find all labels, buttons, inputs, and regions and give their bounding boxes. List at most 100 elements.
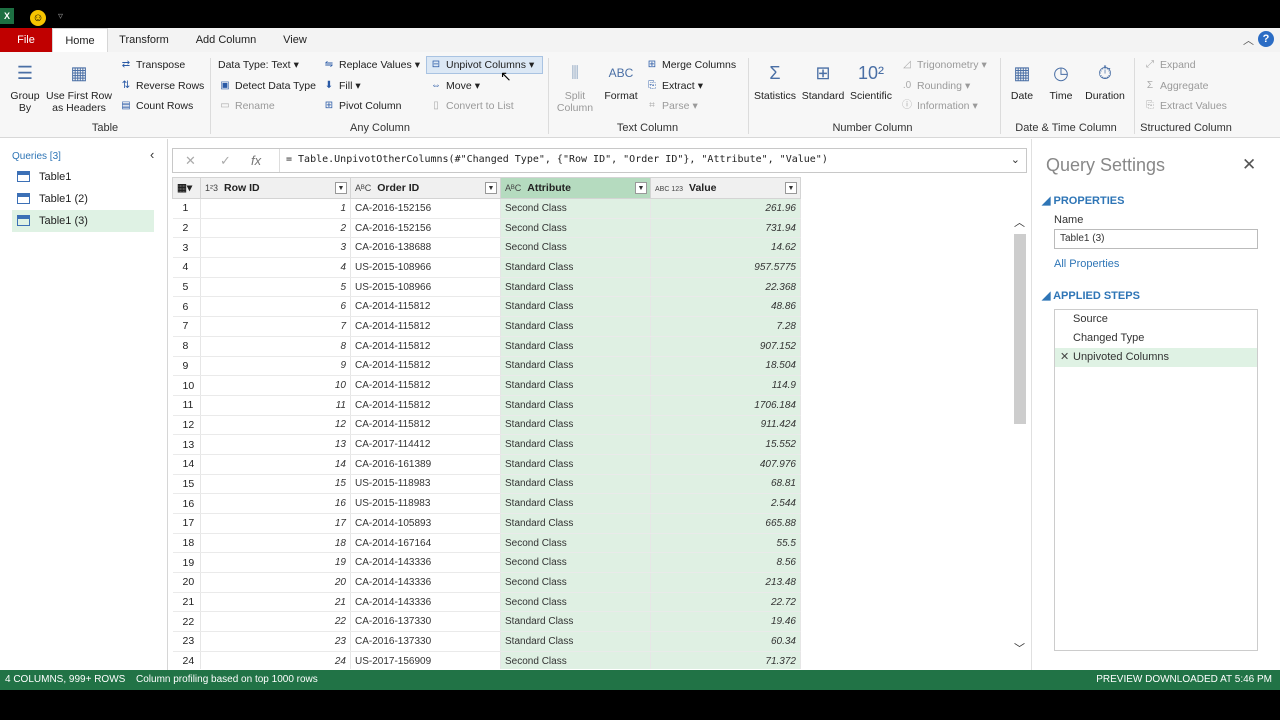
column-header-row-id[interactable]: 1²3 Row ID ▼ — [200, 177, 351, 199]
table-row[interactable]: 7 7 CA-2014-115812 Standard Class 7.28 — [172, 316, 801, 337]
split-column-button[interactable]: ⫴ Split Column — [552, 60, 598, 114]
cell-attribute[interactable]: Standard Class — [500, 611, 651, 633]
cell-order-id[interactable]: US-2015-108966 — [350, 277, 501, 298]
filter-dropdown-icon[interactable]: ▼ — [335, 182, 347, 194]
cell-row-id[interactable]: 18 — [200, 533, 351, 554]
cell-value[interactable]: 1706.184 — [650, 395, 801, 416]
table-row[interactable]: 15 15 US-2015-118983 Standard Class 68.81 — [172, 474, 801, 495]
aggregate-button[interactable]: Σ Aggregate — [1143, 80, 1209, 92]
cell-order-id[interactable]: CA-2016-152156 — [350, 198, 501, 219]
cell-order-id[interactable]: CA-2016-152156 — [350, 218, 501, 239]
cell-value[interactable]: 19.46 — [650, 611, 801, 633]
cell-attribute[interactable]: Standard Class — [500, 474, 651, 495]
all-properties-link[interactable]: All Properties — [1054, 258, 1119, 270]
table-row[interactable]: 2 2 CA-2016-152156 Second Class 731.94 — [172, 218, 801, 239]
scroll-up-icon[interactable]: ︿ — [1014, 214, 1025, 230]
column-header-value[interactable]: ABC 123 Value ▼ — [650, 177, 801, 199]
detect-data-type-button[interactable]: ▣ Detect Data Type — [218, 80, 316, 92]
cell-attribute[interactable]: Second Class — [500, 218, 651, 239]
table-row[interactable]: 3 3 CA-2016-138688 Second Class 14.62 — [172, 237, 801, 259]
cell-attribute[interactable]: Standard Class — [500, 296, 651, 318]
type-icon[interactable]: ABC 123 — [655, 186, 683, 193]
cell-value[interactable]: 60.34 — [650, 631, 801, 652]
cell-row-id[interactable]: 11 — [200, 395, 351, 416]
cell-value[interactable]: 71.372 — [650, 651, 801, 669]
cell-row-id[interactable]: 3 — [200, 237, 351, 259]
cell-attribute[interactable]: Standard Class — [500, 277, 651, 298]
cell-order-id[interactable]: CA-2014-143336 — [350, 552, 501, 574]
table-row[interactable]: 11 11 CA-2014-115812 Standard Class 1706.184 — [172, 395, 801, 416]
vertical-scrollbar[interactable]: ︿ ﹀ — [1012, 210, 1028, 662]
table-row[interactable]: 24 24 US-2017-156909 Second Class 71.372 — [172, 651, 801, 669]
expand-formula-icon[interactable]: ⌄ — [1011, 153, 1020, 166]
cell-order-id[interactable]: CA-2016-137330 — [350, 631, 501, 652]
cell-order-id[interactable]: CA-2014-105893 — [350, 513, 501, 534]
table-row[interactable]: 14 14 CA-2016-161389 Standard Class 407.976 — [172, 454, 801, 475]
scrollbar-thumb[interactable] — [1014, 234, 1026, 424]
formula-input[interactable]: = Table.UnpivotOtherColumns(#"Changed Ty… — [286, 154, 828, 165]
table-row[interactable]: 21 21 CA-2014-143336 Second Class 22.72 — [172, 592, 801, 613]
filter-dropdown-icon[interactable]: ▼ — [485, 182, 497, 194]
table-row[interactable]: 5 5 US-2015-108966 Standard Class 22.368 — [172, 277, 801, 298]
merge-columns-button[interactable]: ⊞ Merge Columns — [645, 59, 736, 71]
filter-dropdown-icon[interactable]: ▼ — [635, 182, 647, 194]
scroll-down-icon[interactable]: ﹀ — [1014, 640, 1025, 656]
cell-order-id[interactable]: CA-2014-115812 — [350, 375, 501, 396]
tab-view[interactable]: View — [272, 28, 318, 52]
cell-row-id[interactable]: 21 — [200, 592, 351, 613]
cell-attribute[interactable]: Standard Class — [500, 631, 651, 652]
cell-attribute[interactable]: Second Class — [500, 552, 651, 574]
query-item[interactable]: Table1 — [12, 166, 154, 188]
type-icon[interactable]: AᴮC — [505, 183, 521, 193]
cell-row-id[interactable]: 14 — [200, 454, 351, 475]
cell-value[interactable]: 261.96 — [650, 198, 801, 219]
close-icon[interactable]: ✕ — [1242, 155, 1256, 175]
parse-button[interactable]: ⌗ Parse ▾ — [645, 100, 698, 112]
cell-row-id[interactable]: 4 — [200, 257, 351, 278]
count-rows-button[interactable]: ▤ Count Rows — [119, 100, 193, 112]
cell-order-id[interactable]: CA-2014-115812 — [350, 415, 501, 436]
move-button[interactable]: ⇔ Move ▾ — [429, 80, 480, 92]
cell-attribute[interactable]: Standard Class — [500, 336, 651, 357]
cell-value[interactable]: 15.552 — [650, 434, 801, 455]
table-menu-corner[interactable]: ▦▾ — [172, 177, 201, 199]
cell-order-id[interactable]: CA-2016-138688 — [350, 237, 501, 259]
cell-order-id[interactable]: CA-2014-115812 — [350, 316, 501, 337]
use-first-row-button[interactable]: ▦ Use First Row as Headers — [46, 60, 112, 114]
cell-order-id[interactable]: CA-2014-143336 — [350, 592, 501, 613]
table-row[interactable]: 12 12 CA-2014-115812 Standard Class 911.424 — [172, 415, 801, 436]
reverse-rows-button[interactable]: ⇅ Reverse Rows — [119, 80, 204, 92]
query-name-input[interactable]: Table1 (3) — [1054, 229, 1258, 249]
cell-order-id[interactable]: CA-2017-114412 — [350, 434, 501, 455]
tab-file[interactable]: File — [0, 28, 52, 52]
cell-order-id[interactable]: US-2015-118983 — [350, 493, 501, 514]
cell-order-id[interactable]: CA-2016-161389 — [350, 454, 501, 475]
table-row[interactable]: 23 23 CA-2016-137330 Standard Class 60.34 — [172, 631, 801, 652]
type-icon[interactable]: 1²3 — [205, 183, 218, 193]
cell-value[interactable]: 407.976 — [650, 454, 801, 475]
column-header-attribute[interactable]: AᴮC Attribute ▼ — [500, 177, 651, 199]
date-button[interactable]: ▦ Date — [1004, 60, 1040, 102]
properties-heading[interactable]: ◢ PROPERTIES — [1042, 194, 1124, 207]
cell-row-id[interactable]: 19 — [200, 552, 351, 574]
cell-row-id[interactable]: 5 — [200, 277, 351, 298]
convert-to-list-button[interactable]: ▯ Convert to List — [429, 100, 513, 112]
cell-value[interactable]: 7.28 — [650, 316, 801, 337]
table-row[interactable]: 19 19 CA-2014-143336 Second Class 8.56 — [172, 552, 801, 574]
collapse-ribbon-icon[interactable]: ︿ — [1243, 32, 1254, 48]
table-row[interactable]: 6 6 CA-2014-115812 Standard Class 48.86 — [172, 296, 801, 318]
type-icon[interactable]: AᴮC — [355, 183, 371, 193]
table-row[interactable]: 10 10 CA-2014-115812 Standard Class 114.9 — [172, 375, 801, 396]
cell-order-id[interactable]: US-2015-118983 — [350, 474, 501, 495]
cell-value[interactable]: 114.9 — [650, 375, 801, 396]
trigonometry-button[interactable]: ◿ Trigonometry ▾ — [900, 59, 987, 71]
cell-attribute[interactable]: Standard Class — [500, 375, 651, 396]
cell-row-id[interactable]: 7 — [200, 316, 351, 337]
query-item[interactable]: Table1 (2) — [12, 188, 154, 210]
query-item-selected[interactable]: Table1 (3) — [12, 210, 154, 232]
step-item[interactable]: Changed Type — [1055, 329, 1257, 348]
cell-attribute[interactable]: Standard Class — [500, 454, 651, 475]
table-row[interactable]: 4 4 US-2015-108966 Standard Class 957.5775 — [172, 257, 801, 278]
cell-attribute[interactable]: Second Class — [500, 572, 651, 593]
cell-attribute[interactable]: Standard Class — [500, 434, 651, 455]
